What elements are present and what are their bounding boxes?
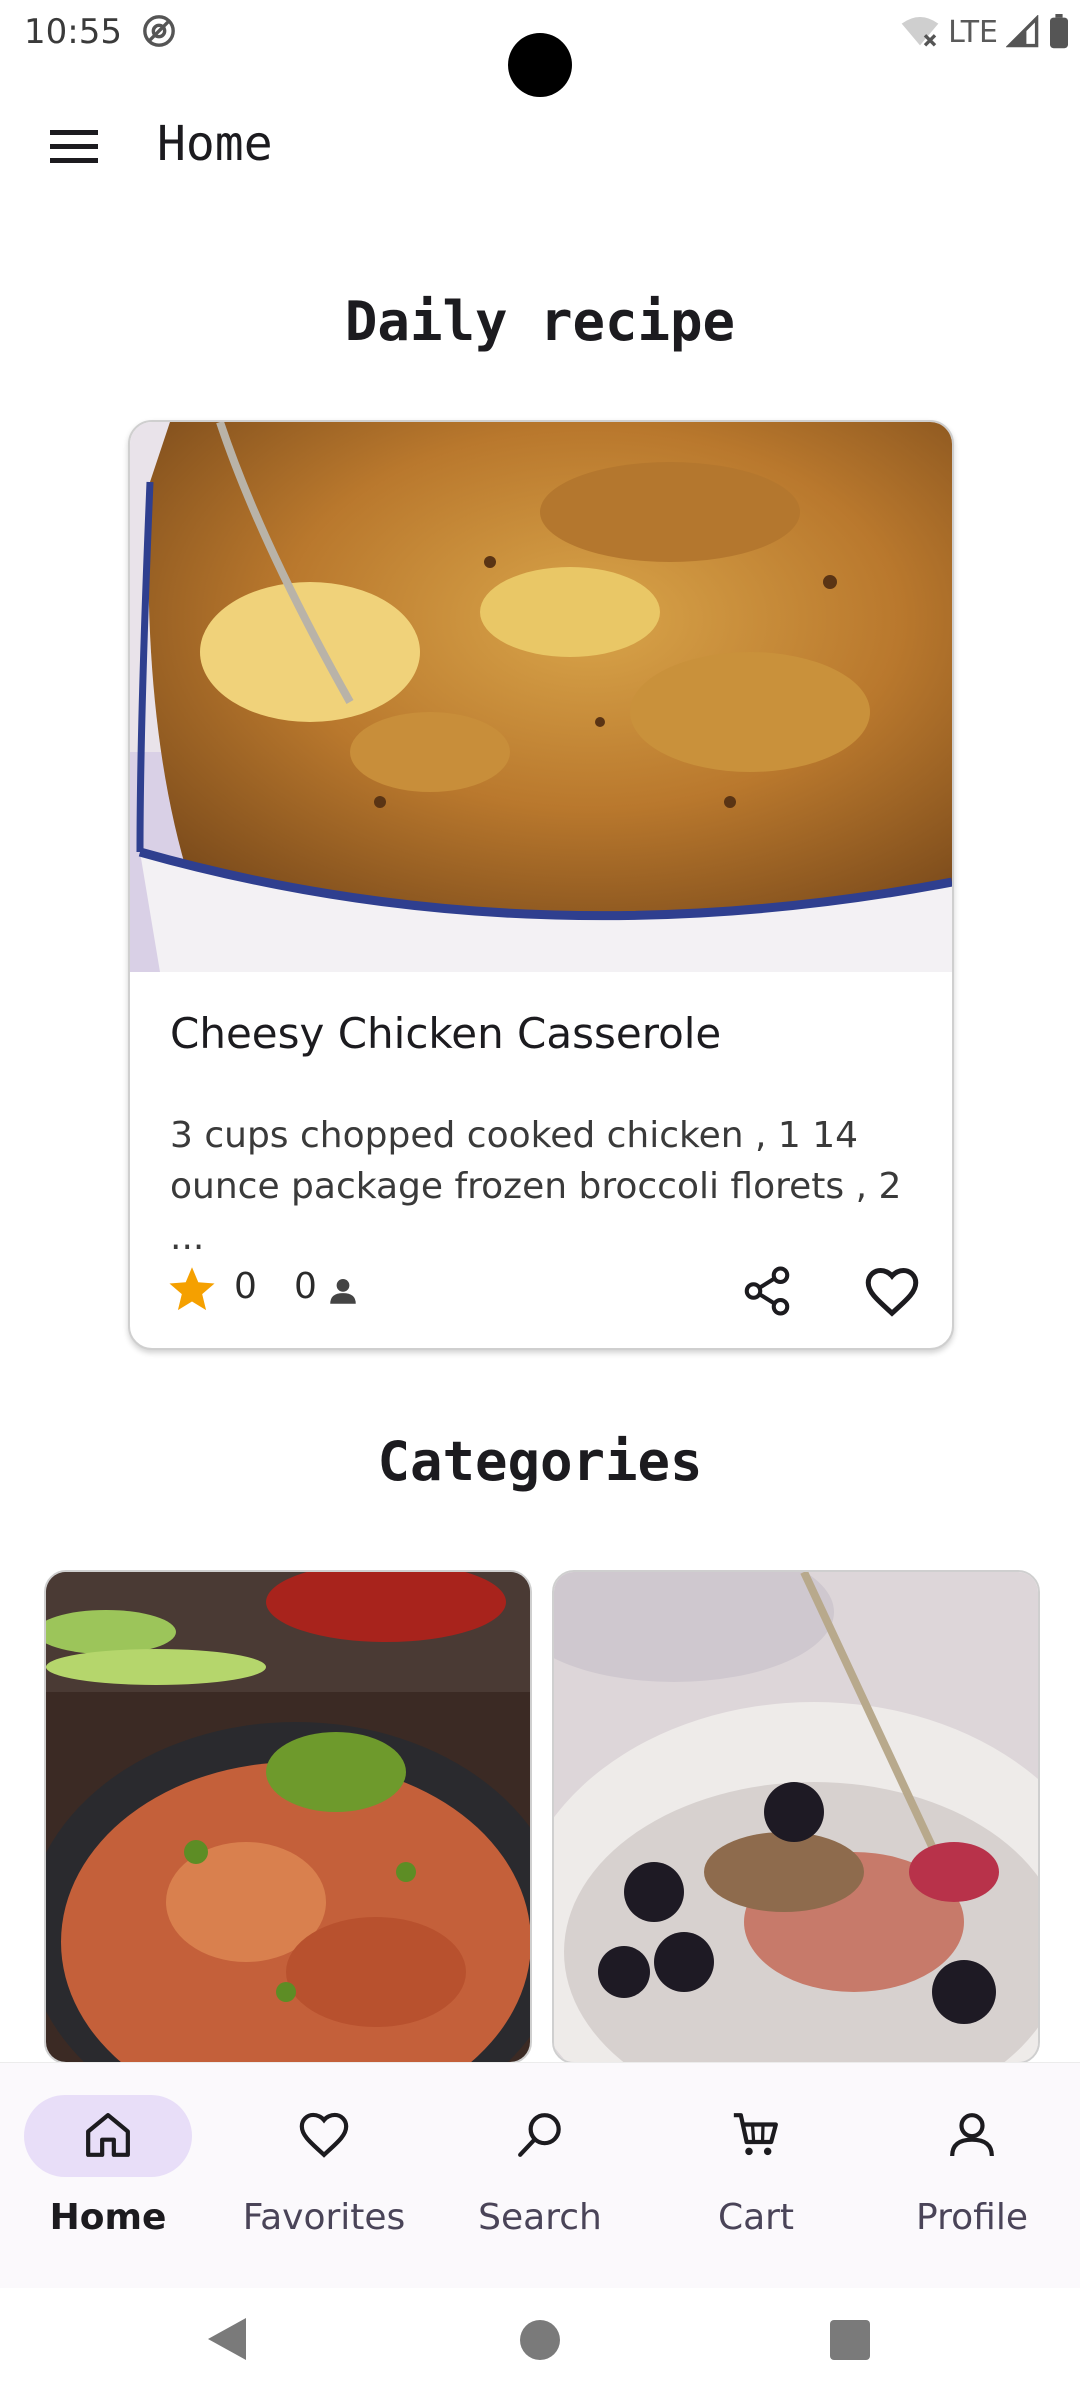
bottom-navigation: Home Favorites Search Cart Profile bbox=[0, 2062, 1080, 2289]
category-card-2[interactable] bbox=[552, 1570, 1040, 2064]
nav-item-cart[interactable]: Cart bbox=[648, 2063, 864, 2289]
page-title: Home bbox=[157, 116, 273, 172]
berry-granola-bowl-photo bbox=[554, 1572, 1038, 2062]
nav-label: Cart bbox=[717, 2197, 795, 2238]
rating-count: 0 bbox=[234, 1266, 257, 1307]
signal-icon bbox=[1006, 15, 1039, 48]
recipe-name: Cheesy Chicken Casserole bbox=[170, 1009, 722, 1058]
favorite-heart-icon[interactable] bbox=[862, 1262, 922, 1322]
nav-label: Favorites bbox=[242, 2197, 406, 2238]
status-icons: LTE bbox=[900, 10, 1070, 54]
network-type: LTE bbox=[948, 14, 998, 50]
camera-cutout bbox=[508, 33, 572, 97]
casserole-photo bbox=[130, 422, 952, 972]
nav-label: Home bbox=[49, 2197, 167, 2238]
home-icon bbox=[86, 2113, 130, 2157]
search-icon bbox=[518, 2113, 561, 2157]
at-sign-icon bbox=[143, 15, 175, 47]
chicken-rice-dish-photo bbox=[46, 1572, 530, 2062]
nav-item-favorites[interactable]: Favorites bbox=[216, 2063, 432, 2289]
nav-label: Profile bbox=[916, 2197, 1028, 2238]
home-button-icon[interactable] bbox=[520, 2320, 560, 2360]
battery-icon bbox=[1050, 14, 1068, 49]
daily-recipe-card[interactable]: Cheesy Chicken Casserole 3 cups chopped … bbox=[128, 420, 954, 1350]
hamburger-menu-icon[interactable] bbox=[44, 122, 104, 170]
cart-icon bbox=[733, 2113, 778, 2156]
recipe-description: 3 cups chopped cooked chicken , 1 14 oun… bbox=[170, 1115, 902, 1258]
share-icon[interactable] bbox=[740, 1264, 794, 1318]
person-icon bbox=[330, 1278, 356, 1304]
app-bar: Home bbox=[0, 100, 1080, 192]
wifi-off-icon bbox=[901, 17, 939, 47]
system-navigation-bar bbox=[0, 2288, 1080, 2400]
category-card-1[interactable] bbox=[44, 1570, 532, 2064]
nav-label: Search bbox=[478, 2197, 602, 2238]
person-outline-icon bbox=[950, 2113, 994, 2157]
status-time: 10:55 bbox=[24, 12, 122, 52]
star-icon bbox=[169, 1267, 215, 1311]
recents-icon[interactable] bbox=[830, 2320, 870, 2360]
servings-count: 0 bbox=[294, 1266, 317, 1307]
nav-item-search[interactable]: Search bbox=[432, 2063, 648, 2289]
daily-recipe-heading: Daily recipe bbox=[344, 290, 736, 353]
nav-item-home[interactable]: Home bbox=[0, 2063, 216, 2289]
back-icon[interactable] bbox=[204, 2314, 250, 2364]
heart-outline-icon bbox=[299, 2112, 349, 2158]
recipe-actions: 0 0 bbox=[130, 1252, 952, 1332]
categories-heading: Categories bbox=[377, 1430, 703, 1493]
nav-item-profile[interactable]: Profile bbox=[864, 2063, 1080, 2289]
